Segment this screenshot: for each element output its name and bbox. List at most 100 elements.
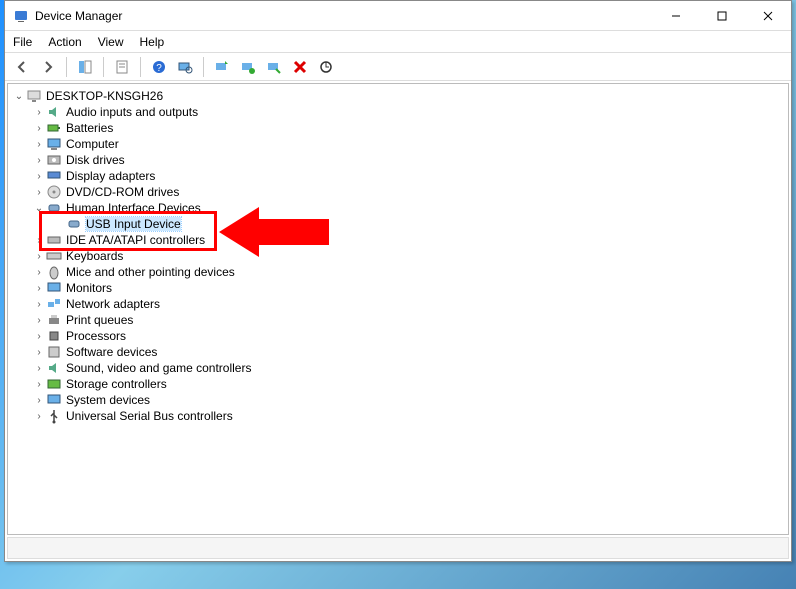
tree-root[interactable]: ⌄ DESKTOP-KNSGH26	[8, 88, 788, 104]
scan-hardware-button[interactable]	[174, 56, 196, 78]
cpu-icon	[46, 328, 62, 344]
tree-category[interactable]: › Software devices	[8, 344, 788, 360]
tree-category-label[interactable]: Audio inputs and outputs	[66, 105, 198, 119]
usb-icon	[46, 408, 62, 424]
tree-category-label[interactable]: Mice and other pointing devices	[66, 265, 235, 279]
toolbar-separator	[103, 57, 104, 77]
close-button[interactable]	[745, 1, 791, 31]
disable-device-button[interactable]	[263, 56, 285, 78]
menubar: File Action View Help	[5, 31, 791, 53]
statusbar	[7, 537, 789, 559]
menu-view[interactable]: View	[98, 35, 124, 49]
tree-category[interactable]: › Storage controllers	[8, 376, 788, 392]
chevron-right-icon[interactable]: ›	[32, 363, 46, 374]
chevron-right-icon[interactable]: ›	[32, 283, 46, 294]
device-manager-window: Device Manager File Action View Help ? ⌄…	[4, 0, 792, 562]
tree-root-label[interactable]: DESKTOP-KNSGH26	[46, 89, 163, 103]
chevron-right-icon[interactable]: ›	[32, 171, 46, 182]
tree-category[interactable]: › Processors	[8, 328, 788, 344]
help-button[interactable]: ?	[148, 56, 170, 78]
forward-button[interactable]	[37, 56, 59, 78]
tree-category-label[interactable]: IDE ATA/ATAPI controllers	[66, 233, 205, 247]
dvd-icon	[46, 184, 62, 200]
tree-category-label[interactable]: Universal Serial Bus controllers	[66, 409, 233, 423]
chevron-right-icon[interactable]: ›	[32, 139, 46, 150]
tree-category-label[interactable]: Batteries	[66, 121, 113, 135]
show-hide-console-tree-button[interactable]	[74, 56, 96, 78]
computer-icon	[46, 136, 62, 152]
refresh-button[interactable]	[315, 56, 337, 78]
chevron-down-icon[interactable]: ⌄	[12, 91, 26, 102]
tree-category-label[interactable]: Human Interface Devices	[66, 201, 201, 215]
tree-category[interactable]: › Display adapters	[8, 168, 788, 184]
tree-category[interactable]: › Sound, video and game controllers	[8, 360, 788, 376]
tree-category[interactable]: › System devices	[8, 392, 788, 408]
tree-category-label[interactable]: Disk drives	[66, 153, 125, 167]
tree-category[interactable]: › DVD/CD-ROM drives	[8, 184, 788, 200]
tree-category[interactable]: ⌄ Human Interface Devices	[8, 200, 788, 216]
menu-file[interactable]: File	[13, 35, 32, 49]
tree-device[interactable]: USB Input Device	[8, 216, 788, 232]
battery-icon	[46, 120, 62, 136]
tree-category[interactable]: › Network adapters	[8, 296, 788, 312]
ide-icon	[46, 232, 62, 248]
remove-button[interactable]	[289, 56, 311, 78]
tree-category[interactable]: › Monitors	[8, 280, 788, 296]
tree-category[interactable]: › Computer	[8, 136, 788, 152]
uninstall-device-button[interactable]	[237, 56, 259, 78]
tree-category[interactable]: › Mice and other pointing devices	[8, 264, 788, 280]
tree-category-label[interactable]: Processors	[66, 329, 126, 343]
chevron-right-icon[interactable]: ›	[32, 123, 46, 134]
chevron-right-icon[interactable]: ›	[32, 251, 46, 262]
tree-category[interactable]: › IDE ATA/ATAPI controllers	[8, 232, 788, 248]
chevron-right-icon[interactable]: ›	[32, 395, 46, 406]
back-button[interactable]	[11, 56, 33, 78]
app-icon	[13, 8, 29, 24]
tree-category-label[interactable]: Monitors	[66, 281, 112, 295]
tree-category[interactable]: › Batteries	[8, 120, 788, 136]
minimize-button[interactable]	[653, 1, 699, 31]
tree-category-label[interactable]: Computer	[66, 137, 119, 151]
audio-icon	[46, 104, 62, 120]
chevron-right-icon[interactable]: ›	[32, 267, 46, 278]
tree-category-label[interactable]: System devices	[66, 393, 150, 407]
chevron-right-icon[interactable]: ›	[32, 187, 46, 198]
tree-device-label[interactable]: USB Input Device	[86, 217, 181, 231]
maximize-button[interactable]	[699, 1, 745, 31]
tree-category-label[interactable]: Sound, video and game controllers	[66, 361, 251, 375]
tree-category[interactable]: › Audio inputs and outputs	[8, 104, 788, 120]
tree-category[interactable]: › Keyboards	[8, 248, 788, 264]
tree-category[interactable]: › Disk drives	[8, 152, 788, 168]
tree-category-label[interactable]: Display adapters	[66, 169, 155, 183]
tree-category-label[interactable]: Software devices	[66, 345, 157, 359]
hid-icon	[66, 216, 82, 232]
chevron-right-icon[interactable]: ›	[32, 107, 46, 118]
chevron-right-icon[interactable]: ›	[32, 299, 46, 310]
properties-button[interactable]	[111, 56, 133, 78]
chevron-down-icon[interactable]: ⌄	[32, 203, 46, 214]
chevron-right-icon[interactable]: ›	[32, 411, 46, 422]
menu-help[interactable]: Help	[140, 35, 165, 49]
toolbar-separator	[66, 57, 67, 77]
chevron-right-icon[interactable]: ›	[32, 235, 46, 246]
tree-category-label[interactable]: DVD/CD-ROM drives	[66, 185, 179, 199]
window-title: Device Manager	[35, 9, 653, 23]
chevron-right-icon[interactable]: ›	[32, 379, 46, 390]
tree-category[interactable]: › Print queues	[8, 312, 788, 328]
chevron-right-icon[interactable]: ›	[32, 347, 46, 358]
tree-category-label[interactable]: Network adapters	[66, 297, 160, 311]
tree-category[interactable]: › Universal Serial Bus controllers	[8, 408, 788, 424]
update-driver-button[interactable]	[211, 56, 233, 78]
chevron-right-icon[interactable]: ›	[32, 155, 46, 166]
chevron-right-icon[interactable]: ›	[32, 331, 46, 342]
device-tree[interactable]: ⌄DESKTOP-KNSGH26›Audio inputs and output…	[7, 83, 789, 535]
mouse-icon	[46, 264, 62, 280]
tree-category-label[interactable]: Keyboards	[66, 249, 123, 263]
window-controls	[653, 1, 791, 31]
tree-category-label[interactable]: Print queues	[66, 313, 133, 327]
computer-root-icon	[26, 88, 42, 104]
chevron-right-icon[interactable]: ›	[32, 315, 46, 326]
tree-category-label[interactable]: Storage controllers	[66, 377, 167, 391]
menu-action[interactable]: Action	[48, 35, 81, 49]
hid-icon	[46, 200, 62, 216]
